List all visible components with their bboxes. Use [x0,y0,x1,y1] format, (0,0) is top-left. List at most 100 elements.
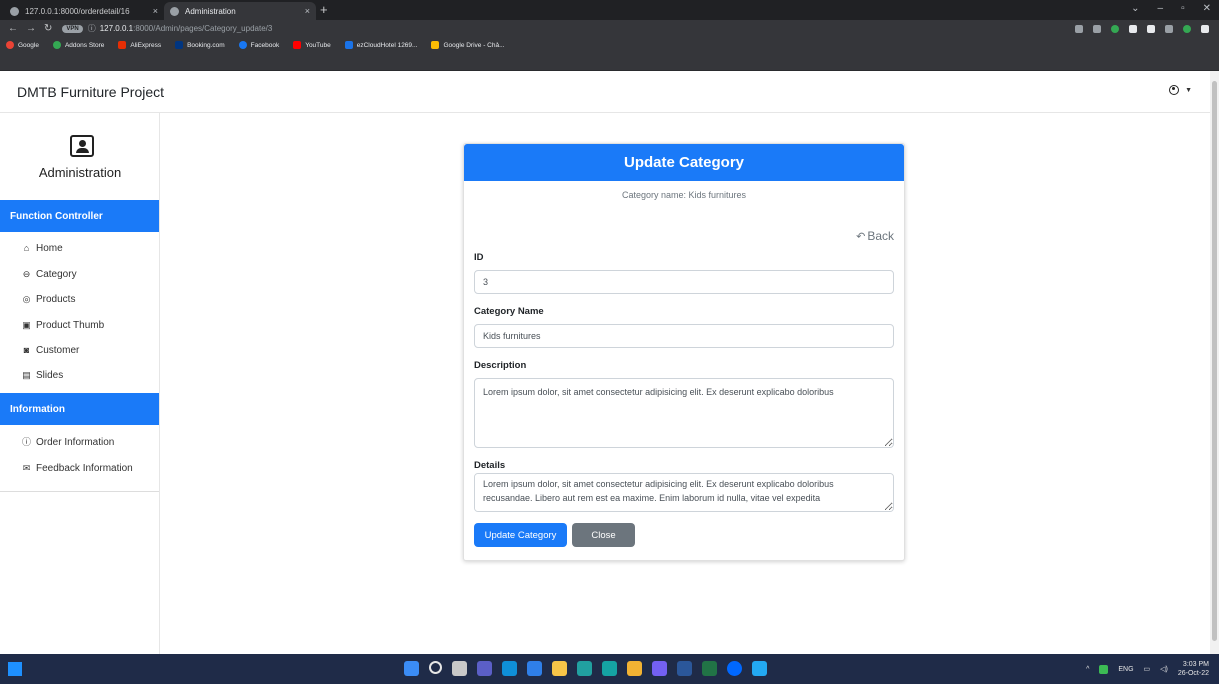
brand-title[interactable]: DMTB Furniture Project [17,84,164,100]
store-icon[interactable] [527,661,542,676]
customer-icon: ◙ [23,345,30,355]
menu-icon[interactable] [1201,24,1209,33]
globe-icon [170,6,179,16]
volume-icon[interactable]: ◁) [1160,665,1168,673]
sidebar-item-label: Products [36,294,76,305]
sidebar-item-label: Category [36,269,77,280]
tab-orderdetail[interactable]: 127.0.0.1:8000/orderdetail/16 × [4,2,164,20]
puzzle-icon[interactable] [1129,24,1137,33]
update-category-card: Update Category Category name: Kids furn… [463,143,905,561]
bookmark-youtube[interactable]: YouTube [293,41,331,49]
back-label: Back [867,229,894,243]
sidebar-item-home[interactable]: ⌂ Home [22,243,63,254]
id-field[interactable] [474,270,894,294]
chevron-up-icon[interactable]: ^ [1086,666,1089,673]
extension-icon[interactable] [1183,24,1191,33]
chrome-icon[interactable] [627,661,642,676]
bookmark-google[interactable]: Google [6,41,39,49]
bookmark-google-drive[interactable]: Google Drive - Chả... [431,41,505,49]
windows-taskbar: ^ ENG ▭ ◁) 3:03 PM 26-Oct-22 [0,654,1219,684]
booking-icon [175,41,184,49]
sidebar-item-label: Customer [36,345,80,356]
clock-time: 3:03 PM [1182,661,1209,668]
details-field[interactable]: Lorem ipsum dolor, sit amet consectetur … [474,473,894,512]
bookmark-label: Addons Store [64,41,105,49]
tab-administration[interactable]: Administration × [164,2,316,20]
url-host: 127.0.0.1 [99,24,134,33]
user-icon [1169,85,1180,95]
restore-icon[interactable]: ▫ [1181,3,1185,14]
address-bar[interactable]: VPN ⓘ 127.0.0.1 :8000/Admin/pages/Catego… [62,21,1075,36]
clock[interactable]: 3:03 PM 26-Oct-22 [1178,660,1209,678]
browser-toolbar: ← → ↻ VPN ⓘ 127.0.0.1 :8000/Admin/pages/… [0,20,1219,37]
minimize-icon[interactable]: – [1158,3,1164,14]
star-icon[interactable] [1093,24,1101,33]
tab-search-icon[interactable]: ⌄ [1131,3,1139,14]
taskbar-apps [404,661,767,676]
info-icon[interactable]: ⓘ [88,23,96,34]
sidebar-item-slides[interactable]: ▤ Slides [22,370,63,381]
bookmark-aliexpress[interactable]: AliExpress [118,41,161,49]
sidebar-item-order-information[interactable]: ⓘ Order Information [22,437,114,448]
new-tab-button[interactable]: + [320,2,328,17]
close-button[interactable]: Close [572,523,635,547]
file-explorer-icon[interactable] [552,661,567,676]
sidebar-item-products[interactable]: ◎ Products [22,294,76,305]
top-navbar: DMTB Furniture Project ▼ [0,71,1210,113]
page-scrollbar[interactable] [1210,71,1219,654]
start-icon[interactable] [404,661,419,676]
update-category-button[interactable]: Update Category [474,523,567,547]
close-window-icon[interactable]: ✕ [1203,3,1211,14]
function-controller-header: Function Controller [0,200,159,232]
bookmark-label: Google Drive - Chả... [443,41,505,49]
vpn-badge[interactable]: VPN [62,24,83,33]
sidebar-item-label: Slides [36,370,64,381]
excel-icon[interactable] [702,661,717,676]
user-menu[interactable]: ▼ [1169,85,1192,95]
reply-arrow-icon: ↶ [856,230,866,243]
category-name-subtitle: Category name: Kids furnitures [621,190,747,200]
close-icon[interactable]: × [153,6,158,16]
scrollbar-thumb[interactable] [1212,81,1217,641]
sidebar-item-product-thumb[interactable]: ▣ Product Thumb [22,320,104,331]
sidebar-item-category[interactable]: ⊖ Category [22,269,77,280]
sidebar-title: Administration [38,165,122,180]
category-name-field[interactable] [474,324,894,348]
products-icon: ◎ [22,294,31,304]
task-view-icon[interactable] [452,661,467,676]
bookmark-addons-store[interactable]: Addons Store [52,41,105,49]
category-name-label: Category Name [474,306,544,317]
sidebar-item-customer[interactable]: ◙ Customer [22,345,80,356]
back-link[interactable]: ↶ Back [856,229,894,243]
search-icon[interactable] [429,661,442,674]
slides-icon: ▤ [22,370,31,380]
forward-arrow-icon[interactable]: → [26,23,36,34]
language-indicator[interactable]: ENG [1118,666,1133,673]
bookmark-facebook[interactable]: Facebook [238,41,279,49]
back-arrow-icon[interactable]: ← [8,23,18,34]
network-icon[interactable]: ▭ [1144,665,1151,673]
edge-dev-icon[interactable] [602,661,617,676]
ezcloud-icon [344,41,353,49]
sidepanel-icon[interactable] [1147,24,1155,33]
viber-icon[interactable] [652,661,667,676]
zalo-icon[interactable] [727,661,742,676]
close-icon[interactable]: × [305,6,310,16]
vscode-icon[interactable] [752,661,767,676]
app-icon[interactable] [577,661,592,676]
chat-icon[interactable] [477,661,492,676]
bookmark-booking[interactable]: Booking.com [175,41,225,49]
word-icon[interactable] [677,661,692,676]
tray-app-icon[interactable] [1099,664,1109,674]
share-icon[interactable] [1075,24,1083,33]
reload-icon[interactable]: ↻ [44,23,52,34]
sidebar-item-label: Home [36,243,63,254]
widgets-icon[interactable] [8,662,22,676]
extension-icon[interactable] [1111,24,1119,33]
description-field[interactable]: Lorem ipsum dolor, sit amet consectetur … [474,378,894,448]
sidebar-item-feedback-information[interactable]: ✉ Feedback Information [22,463,133,474]
details-label: Details [474,460,506,471]
profile-icon[interactable] [1165,24,1173,33]
bookmark-ezcloudhotel[interactable]: ezCloudHotel 1269... [344,41,417,49]
edge-icon[interactable] [502,661,517,676]
